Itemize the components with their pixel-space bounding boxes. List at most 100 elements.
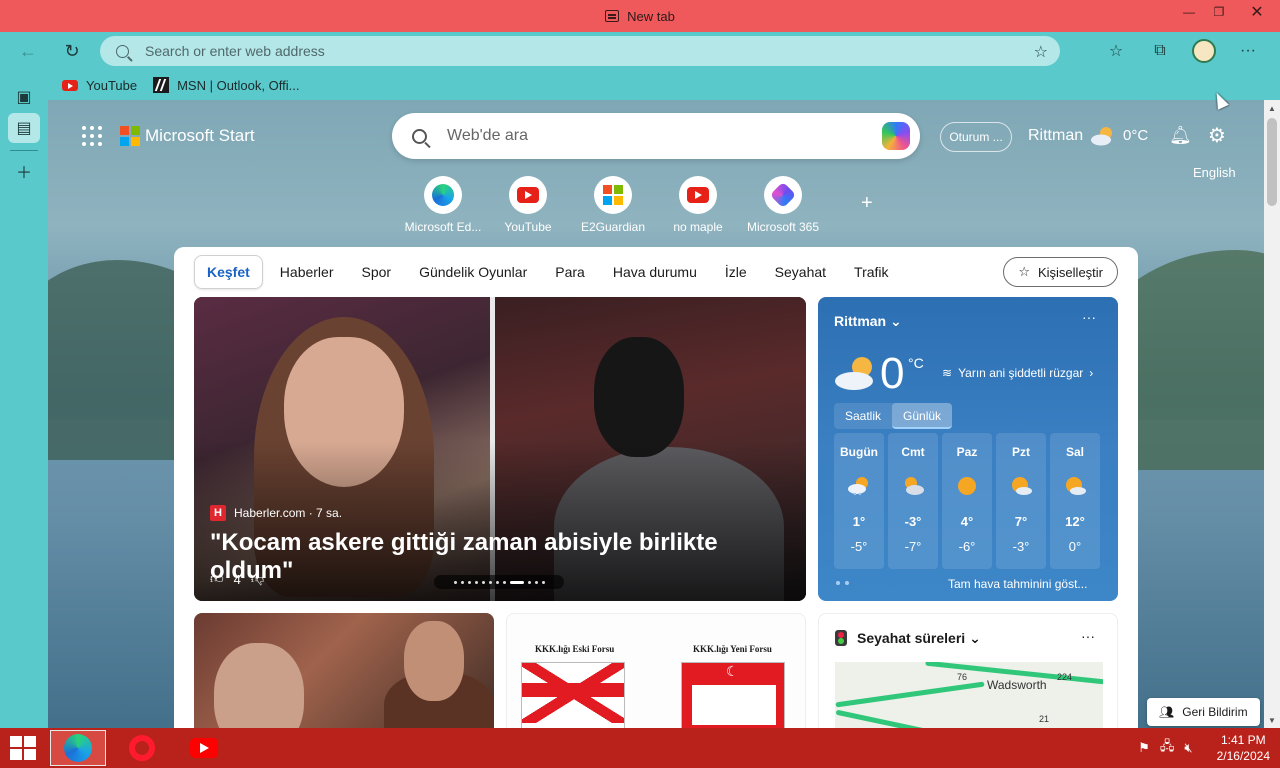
web-search-box[interactable]: [392, 113, 920, 159]
carousel-pager[interactable]: [434, 575, 564, 589]
taskbar-opera[interactable]: [114, 730, 170, 766]
tab-haberler[interactable]: Haberler: [269, 256, 345, 288]
restore-button[interactable]: ❐: [1204, 0, 1234, 24]
refresh-button[interactable]: ↻: [54, 36, 90, 66]
map-route-label: 21: [1039, 714, 1050, 724]
new-tab-button[interactable]: ＋: [8, 156, 40, 186]
quick-link-e2guardian[interactable]: E2Guardian: [568, 176, 658, 234]
edge-icon: [432, 184, 454, 206]
forecast-day[interactable]: Sal 12° 0°: [1050, 433, 1100, 569]
weather-alert[interactable]: ≋ Yarın ani şiddetli rüzgar ›: [942, 366, 1093, 380]
more-icon[interactable]: ···: [1081, 628, 1095, 644]
favorite-label: MSN | Outlook, Offi...: [177, 77, 300, 93]
copilot-icon[interactable]: [882, 122, 910, 150]
bell-icon[interactable]: 🔔︎: [1169, 125, 1192, 146]
youtube-icon: [62, 79, 78, 91]
story-card-flags[interactable]: KKK.lığı Eski Forsu KKK.lığı Yeni Forsu: [506, 613, 806, 728]
favorites-icon[interactable]: ☆: [1098, 36, 1134, 66]
address-bar[interactable]: ☆: [100, 36, 1060, 66]
day-low: -6°: [958, 539, 976, 554]
chevron-right-icon: ›: [1089, 366, 1094, 380]
newtab-icon: [605, 10, 620, 22]
add-favorite-icon[interactable]: ☆: [1034, 42, 1048, 62]
day-name: Paz: [956, 445, 978, 459]
full-forecast-link[interactable]: Tam hava tahminini göst...: [948, 577, 1087, 591]
header-temperature[interactable]: 0°C: [1123, 127, 1148, 144]
favorite-msn[interactable]: MSN | Outlook, Offi...: [153, 77, 299, 93]
language-link[interactable]: English: [1193, 165, 1236, 180]
weather-location[interactable]: Rittman ⌄: [834, 313, 902, 330]
thumbs-down-icon[interactable]: 👎︎: [251, 571, 264, 587]
tab-trafik[interactable]: Trafik: [843, 256, 899, 288]
quick-link-label: YouTube: [504, 220, 552, 234]
quick-link-tile: [509, 176, 547, 214]
tab-izle[interactable]: İzle: [714, 256, 758, 288]
weather-pager[interactable]: [836, 581, 849, 585]
partly-sunny-icon: [1066, 477, 1086, 495]
map-route-label: 76: [957, 672, 968, 682]
web-search-input[interactable]: [447, 127, 867, 145]
tab-spor[interactable]: Spor: [351, 256, 403, 288]
profile-button[interactable]: [1186, 36, 1222, 66]
favorite-youtube[interactable]: YouTube: [62, 78, 137, 93]
brand-title[interactable]: Microsoft Start: [145, 126, 255, 146]
quick-link-no-maple[interactable]: no maple: [653, 176, 743, 234]
sidebar-tab-newtab[interactable]: ▤: [8, 113, 40, 143]
gear-icon[interactable]: ⚙: [1208, 123, 1226, 148]
taskbar-edge[interactable]: [50, 730, 106, 766]
tab-hava-durumu[interactable]: Hava durumu: [602, 256, 708, 288]
feedback-button[interactable]: 👥︎ Geri Bildirim: [1147, 698, 1260, 726]
header-location[interactable]: Rittman: [1028, 127, 1083, 145]
travel-title[interactable]: Seyahat süreleri ⌄: [857, 630, 981, 647]
toggle-hourly[interactable]: Saatlik: [834, 403, 892, 429]
scroll-up-icon[interactable]: ▲: [1264, 100, 1280, 116]
vertical-tabs-sidebar: ▣ ▤ ＋: [0, 70, 48, 728]
network-icon[interactable]: 🖧︎: [1160, 737, 1175, 759]
toggle-daily[interactable]: Günlük: [892, 403, 953, 429]
close-button[interactable]: ✕: [1234, 0, 1280, 24]
back-button[interactable]: ←: [10, 36, 46, 66]
scroll-down-icon[interactable]: ▼: [1264, 712, 1280, 728]
add-quick-link-button[interactable]: +: [861, 192, 873, 215]
tab-seyahat[interactable]: Seyahat: [764, 256, 837, 288]
tab-kesfet[interactable]: Keşfet: [194, 255, 263, 289]
volume-muted-icon[interactable]: 🔇︎: [1184, 740, 1192, 756]
tab-gundelik-oyunlar[interactable]: Gündelik Oyunlar: [408, 256, 538, 288]
news-feed: Keşfet Haberler Spor Gündelik Oyunlar Pa…: [174, 247, 1138, 728]
address-input[interactable]: [145, 43, 1025, 59]
apps-launcher-icon[interactable]: [82, 126, 102, 146]
story-card-image[interactable]: [194, 613, 494, 728]
travel-times-card[interactable]: Seyahat süreleri ⌄ ··· Wadsworth 76 224 …: [818, 613, 1118, 728]
signin-button[interactable]: Oturum ...: [940, 122, 1012, 152]
weather-card[interactable]: Rittman ⌄ ··· 0 °C ≋ Yarın ani şiddetli …: [818, 297, 1118, 601]
forecast-day[interactable]: Pzt 7° -3°: [996, 433, 1046, 569]
more-icon[interactable]: ···: [1082, 309, 1096, 325]
tab-para[interactable]: Para: [544, 256, 596, 288]
traffic-map[interactable]: Wadsworth 76 224 21: [835, 662, 1103, 728]
personalize-button[interactable]: ☆ Kişiselleştir: [1003, 257, 1118, 287]
old-flag-image: [521, 662, 625, 728]
hero-story[interactable]: H Haberler.com · 7 sa. "Kocam askere git…: [194, 297, 806, 601]
weather-alert-text: Yarın ani şiddetli rüzgar: [958, 366, 1084, 380]
more-icon[interactable]: ···: [1230, 36, 1266, 66]
quick-link-edge[interactable]: Microsoft Ed...: [398, 176, 488, 234]
collections-icon[interactable]: ⧉: [1142, 36, 1178, 66]
forecast-day[interactable]: Bugün 1° -5°: [834, 433, 884, 569]
quick-link-m365[interactable]: Microsoft 365: [738, 176, 828, 234]
traffic-light-icon: [835, 630, 847, 646]
thumbs-up-icon[interactable]: 👍︎: [210, 571, 224, 587]
minimize-button[interactable]: —: [1174, 0, 1204, 24]
quick-link-label: no maple: [673, 220, 723, 234]
page-scrollbar[interactable]: ▲ ▼: [1264, 100, 1280, 728]
clock[interactable]: 1:41 PM 2/16/2024: [1217, 732, 1270, 764]
forecast-day[interactable]: Paz 4° -6°: [942, 433, 992, 569]
windows-start-icon[interactable]: [10, 736, 38, 760]
tab-actions-icon[interactable]: ▣: [8, 82, 40, 112]
taskbar-youtube[interactable]: [176, 730, 232, 766]
sunny-icon: [958, 477, 976, 495]
flag-icon[interactable]: ⚑: [1138, 740, 1150, 756]
scroll-thumb[interactable]: [1267, 118, 1277, 206]
forecast-day[interactable]: Cmt -3° -7°: [888, 433, 938, 569]
quick-link-youtube[interactable]: YouTube: [483, 176, 573, 234]
day-name: Bugün: [840, 445, 878, 459]
